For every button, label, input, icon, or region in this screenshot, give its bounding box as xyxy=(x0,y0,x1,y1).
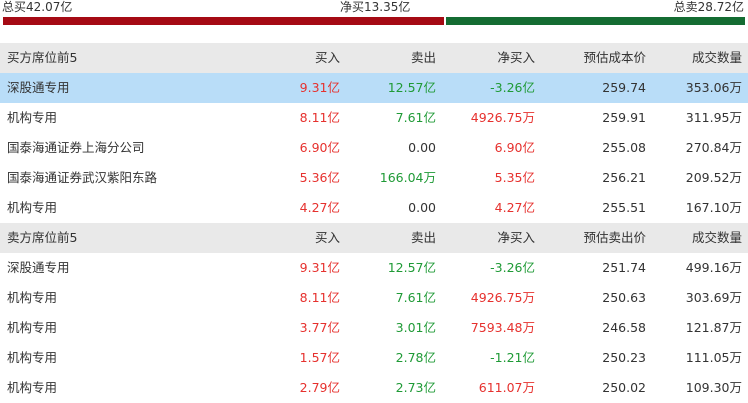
buy-amount: 6.90亿 xyxy=(299,140,340,155)
sell-amount: 12.57亿 xyxy=(387,260,436,275)
net-amount: 4.27亿 xyxy=(494,200,535,215)
net-buy-label: 净买13.35亿 xyxy=(340,0,411,14)
header-volume: 成交数量 xyxy=(691,230,742,245)
seat-name: 国泰海通证券武汉紫阳东路 xyxy=(7,170,158,185)
est-price: 250.63 xyxy=(602,290,646,305)
table-row[interactable]: 国泰海通证券武汉紫阳东路 5.36亿 166.04万 5.35亿 256.21 … xyxy=(0,163,748,193)
net-amount: 6.90亿 xyxy=(494,140,535,155)
seat-name: 机构专用 xyxy=(7,380,58,395)
sell-amount: 0.00 xyxy=(408,140,436,155)
header-seat: 买方席位前5 xyxy=(7,50,78,65)
table-row[interactable]: 深股通专用 9.31亿 12.57亿 -3.26亿 259.74 353.06万 xyxy=(0,73,748,103)
est-price: 250.02 xyxy=(602,380,646,395)
net-amount: -3.26亿 xyxy=(490,260,535,275)
buy-section-header: 买方席位前5 买入 卖出 净买入 预估成本价 成交数量 xyxy=(0,43,748,73)
est-price: 255.51 xyxy=(602,200,646,215)
buy-amount: 1.57亿 xyxy=(299,350,340,365)
table-row[interactable]: 深股通专用 9.31亿 12.57亿 -3.26亿 251.74 499.16万 xyxy=(0,253,748,283)
buy-amount: 9.31亿 xyxy=(299,260,340,275)
est-price: 250.23 xyxy=(602,350,646,365)
sell-amount: 7.61亿 xyxy=(395,110,436,125)
sell-amount: 0.00 xyxy=(408,200,436,215)
est-price: 259.74 xyxy=(602,80,646,95)
header-sell: 卖出 xyxy=(410,230,436,245)
header-volume: 成交数量 xyxy=(691,50,742,65)
net-amount: 7593.48万 xyxy=(470,320,535,335)
header-net: 净买入 xyxy=(497,50,535,65)
table-row[interactable]: 机构专用 1.57亿 2.78亿 -1.21亿 250.23 111.05万 xyxy=(0,343,748,373)
total-sell-label: 总卖28.72亿 xyxy=(673,0,744,14)
seat-name: 机构专用 xyxy=(7,350,58,365)
volume: 311.95万 xyxy=(685,110,742,125)
seat-name: 深股通专用 xyxy=(7,80,70,95)
seat-name: 深股通专用 xyxy=(7,260,70,275)
buy-sell-ratio-bar xyxy=(3,17,745,25)
sell-ratio-fill xyxy=(445,17,745,25)
net-amount: 611.07万 xyxy=(478,380,535,395)
volume: 109.30万 xyxy=(685,380,742,395)
sell-amount: 2.78亿 xyxy=(395,350,436,365)
total-buy-label: 总买42.07亿 xyxy=(2,0,73,14)
header-buy: 买入 xyxy=(314,230,340,245)
net-amount: -1.21亿 xyxy=(490,350,535,365)
table-row[interactable]: 机构专用 4.27亿 0.00 4.27亿 255.51 167.10万 xyxy=(0,193,748,223)
sell-amount: 166.04万 xyxy=(379,170,436,185)
buy-amount: 2.79亿 xyxy=(299,380,340,395)
est-price: 259.91 xyxy=(602,110,646,125)
buy-amount: 8.11亿 xyxy=(299,110,340,125)
seat-name: 机构专用 xyxy=(7,200,58,215)
est-price: 246.58 xyxy=(602,320,646,335)
volume: 167.10万 xyxy=(685,200,742,215)
header-seat: 卖方席位前5 xyxy=(7,230,78,245)
volume: 111.05万 xyxy=(685,350,742,365)
buy-amount: 4.27亿 xyxy=(299,200,340,215)
buy-amount: 9.31亿 xyxy=(299,80,340,95)
net-amount: 5.35亿 xyxy=(494,170,535,185)
sell-amount: 2.73亿 xyxy=(395,380,436,395)
volume: 303.69万 xyxy=(685,290,742,305)
volume: 121.87万 xyxy=(685,320,742,335)
buy-amount: 5.36亿 xyxy=(299,170,340,185)
volume: 499.16万 xyxy=(685,260,742,275)
header-net: 净买入 xyxy=(497,230,535,245)
est-price: 251.74 xyxy=(602,260,646,275)
seat-name: 机构专用 xyxy=(7,110,58,125)
sell-amount: 7.61亿 xyxy=(395,290,436,305)
volume: 353.06万 xyxy=(685,80,742,95)
header-sell: 卖出 xyxy=(410,50,436,65)
summary-bar: 总买42.07亿 净买13.35亿 总卖28.72亿 xyxy=(0,0,748,15)
volume: 209.52万 xyxy=(685,170,742,185)
seat-name: 机构专用 xyxy=(7,290,58,305)
sell-amount: 12.57亿 xyxy=(387,80,436,95)
table-row[interactable]: 机构专用 8.11亿 7.61亿 4926.75万 259.91 311.95万 xyxy=(0,103,748,133)
table-row[interactable]: 国泰海通证券上海分公司 6.90亿 0.00 6.90亿 255.08 270.… xyxy=(0,133,748,163)
header-buy: 买入 xyxy=(314,50,340,65)
table-row[interactable]: 机构专用 8.11亿 7.61亿 4926.75万 250.63 303.69万 xyxy=(0,283,748,313)
buy-ratio-fill xyxy=(3,17,444,25)
volume: 270.84万 xyxy=(685,140,742,155)
seat-name: 机构专用 xyxy=(7,320,58,335)
header-price: 预估成本价 xyxy=(583,50,646,65)
est-price: 256.21 xyxy=(602,170,646,185)
buy-amount: 3.77亿 xyxy=(299,320,340,335)
buy-amount: 8.11亿 xyxy=(299,290,340,305)
net-amount: 4926.75万 xyxy=(470,110,535,125)
sell-amount: 3.01亿 xyxy=(395,320,436,335)
seat-table: 买方席位前5 买入 卖出 净买入 预估成本价 成交数量 深股通专用 9.31亿 … xyxy=(0,43,748,403)
est-price: 255.08 xyxy=(602,140,646,155)
table-row[interactable]: 机构专用 2.79亿 2.73亿 611.07万 250.02 109.30万 xyxy=(0,373,748,403)
table-row[interactable]: 机构专用 3.77亿 3.01亿 7593.48万 246.58 121.87万 xyxy=(0,313,748,343)
header-price: 预估卖出价 xyxy=(583,230,646,245)
seat-name: 国泰海通证券上海分公司 xyxy=(7,140,145,155)
net-amount: 4926.75万 xyxy=(470,290,535,305)
net-amount: -3.26亿 xyxy=(490,80,535,95)
sell-section-header: 卖方席位前5 买入 卖出 净买入 预估卖出价 成交数量 xyxy=(0,223,748,253)
